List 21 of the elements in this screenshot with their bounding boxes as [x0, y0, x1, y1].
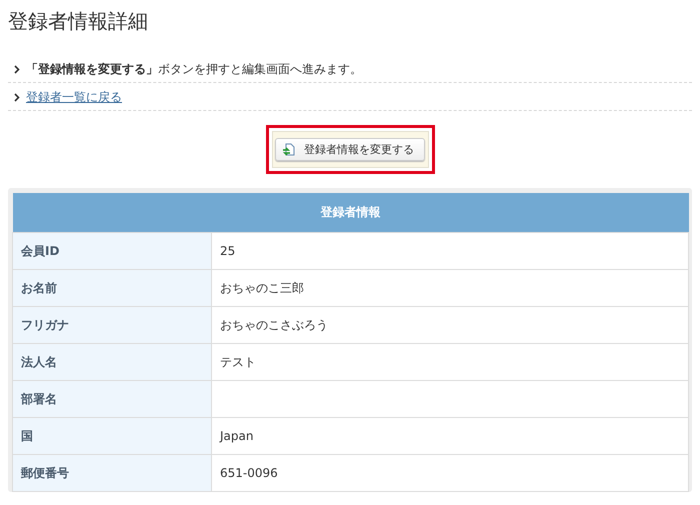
- field-value: テスト: [212, 344, 688, 380]
- back-link[interactable]: 登録者一覧に戻る: [26, 88, 122, 106]
- instruction-text: 「登録情報を変更する」ボタンを押すと編集画面へ進みます。: [26, 60, 362, 78]
- field-value: Japan: [212, 418, 688, 454]
- edit-button[interactable]: 登録者情報を変更する: [275, 138, 425, 161]
- field-label: フリガナ: [12, 306, 212, 344]
- field-label: 国: [12, 418, 212, 454]
- field-label: 法人名: [12, 344, 212, 380]
- field-value: 651-0096: [212, 454, 688, 492]
- field-value: おちゃのこさぶろう: [212, 306, 688, 344]
- chevron-icon: [14, 92, 20, 102]
- field-label: 会員ID: [12, 232, 212, 270]
- page-title: 登録者情報詳細: [8, 8, 148, 35]
- field-value: おちゃのこ三郎: [212, 270, 688, 306]
- document-arrows-icon: [282, 142, 296, 156]
- field-value: 25: [212, 232, 688, 270]
- table-header: 登録者情報: [12, 193, 688, 232]
- chevron-icon: [14, 64, 20, 74]
- field-label: 郵便番号: [12, 454, 212, 492]
- field-label: 部署名: [12, 380, 212, 418]
- field-label: お名前: [12, 270, 212, 306]
